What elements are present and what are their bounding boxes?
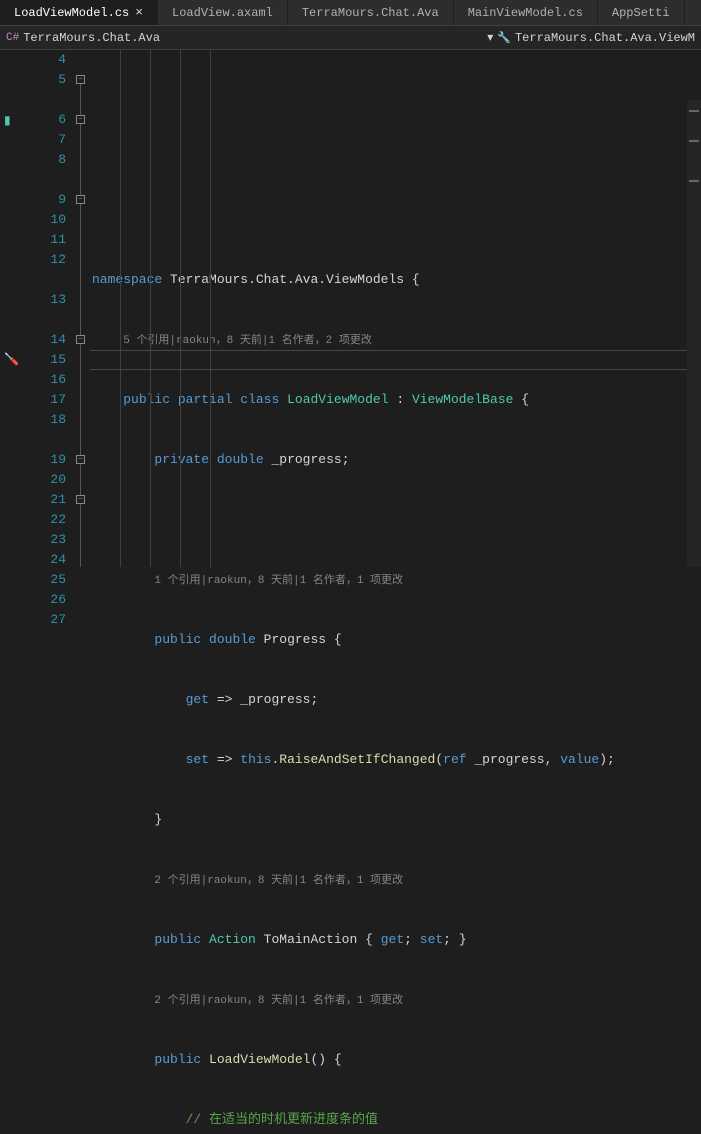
breakpoint-margin[interactable]: ▮ 🪛: [0, 50, 28, 567]
csharp-icon: C#: [6, 32, 19, 44]
chevron-down-icon: ▾: [487, 30, 493, 45]
tab-bar: LoadViewModel.cs × LoadView.axaml TerraM…: [0, 0, 701, 26]
fold-toggle[interactable]: −: [76, 75, 85, 84]
fold-toggle[interactable]: −: [76, 455, 85, 464]
code-folding-column[interactable]: − − − − − −: [76, 50, 90, 567]
nav-type-label: TerraMours.Chat.Ava.ViewM: [515, 31, 695, 45]
tab-mainviewmodel[interactable]: MainViewModel.cs: [454, 0, 598, 25]
quickfix-icon[interactable]: 🪛: [4, 352, 19, 367]
nav-scope-right[interactable]: ▾ 🔧 TerraMours.Chat.Ava.ViewM: [487, 30, 695, 45]
codelens[interactable]: 2 个引用|raokun，8 天前|1 名作者，1 项更改: [154, 995, 403, 1007]
fold-toggle[interactable]: −: [76, 115, 85, 124]
wrench-icon: 🔧: [497, 31, 511, 45]
codelens[interactable]: 1 个引用|raokun，8 天前|1 名作者，1 项更改: [154, 575, 403, 587]
fold-toggle[interactable]: −: [76, 195, 85, 204]
close-icon[interactable]: ×: [135, 5, 143, 20]
nav-scope-label: TerraMours.Chat.Ava: [23, 31, 160, 45]
codelens[interactable]: 2 个引用|raokun，8 天前|1 名作者，1 项更改: [154, 875, 403, 887]
bookmark-icon[interactable]: ▮: [4, 113, 11, 128]
current-line-highlight: [90, 350, 701, 370]
code-editor[interactable]: ▮ 🪛 4 5 6 7 8 9 10 11 12 13 14 15 16 17 …: [0, 50, 701, 567]
codelens[interactable]: 5 个引用|raokun，8 天前|1 名作者，2 项更改: [123, 335, 372, 347]
nav-scope-left[interactable]: C# TerraMours.Chat.Ava: [6, 31, 160, 45]
code-area[interactable]: namespace TerraMours.Chat.Ava.ViewModels…: [90, 50, 701, 567]
line-number-gutter: 4 5 6 7 8 9 10 11 12 13 14 15 16 17 18 1…: [28, 50, 76, 567]
fold-toggle[interactable]: −: [76, 495, 85, 504]
fold-toggle[interactable]: −: [76, 335, 85, 344]
tab-loadview-axaml[interactable]: LoadView.axaml: [158, 0, 288, 25]
tab-appsettings[interactable]: AppSetti: [598, 0, 685, 25]
tab-loadviewmodel[interactable]: LoadViewModel.cs ×: [0, 0, 158, 25]
tab-terramours[interactable]: TerraMours.Chat.Ava: [288, 0, 454, 25]
navigation-bar: C# TerraMours.Chat.Ava ▾ 🔧 TerraMours.Ch…: [0, 26, 701, 50]
vertical-scrollbar[interactable]: [687, 100, 701, 567]
